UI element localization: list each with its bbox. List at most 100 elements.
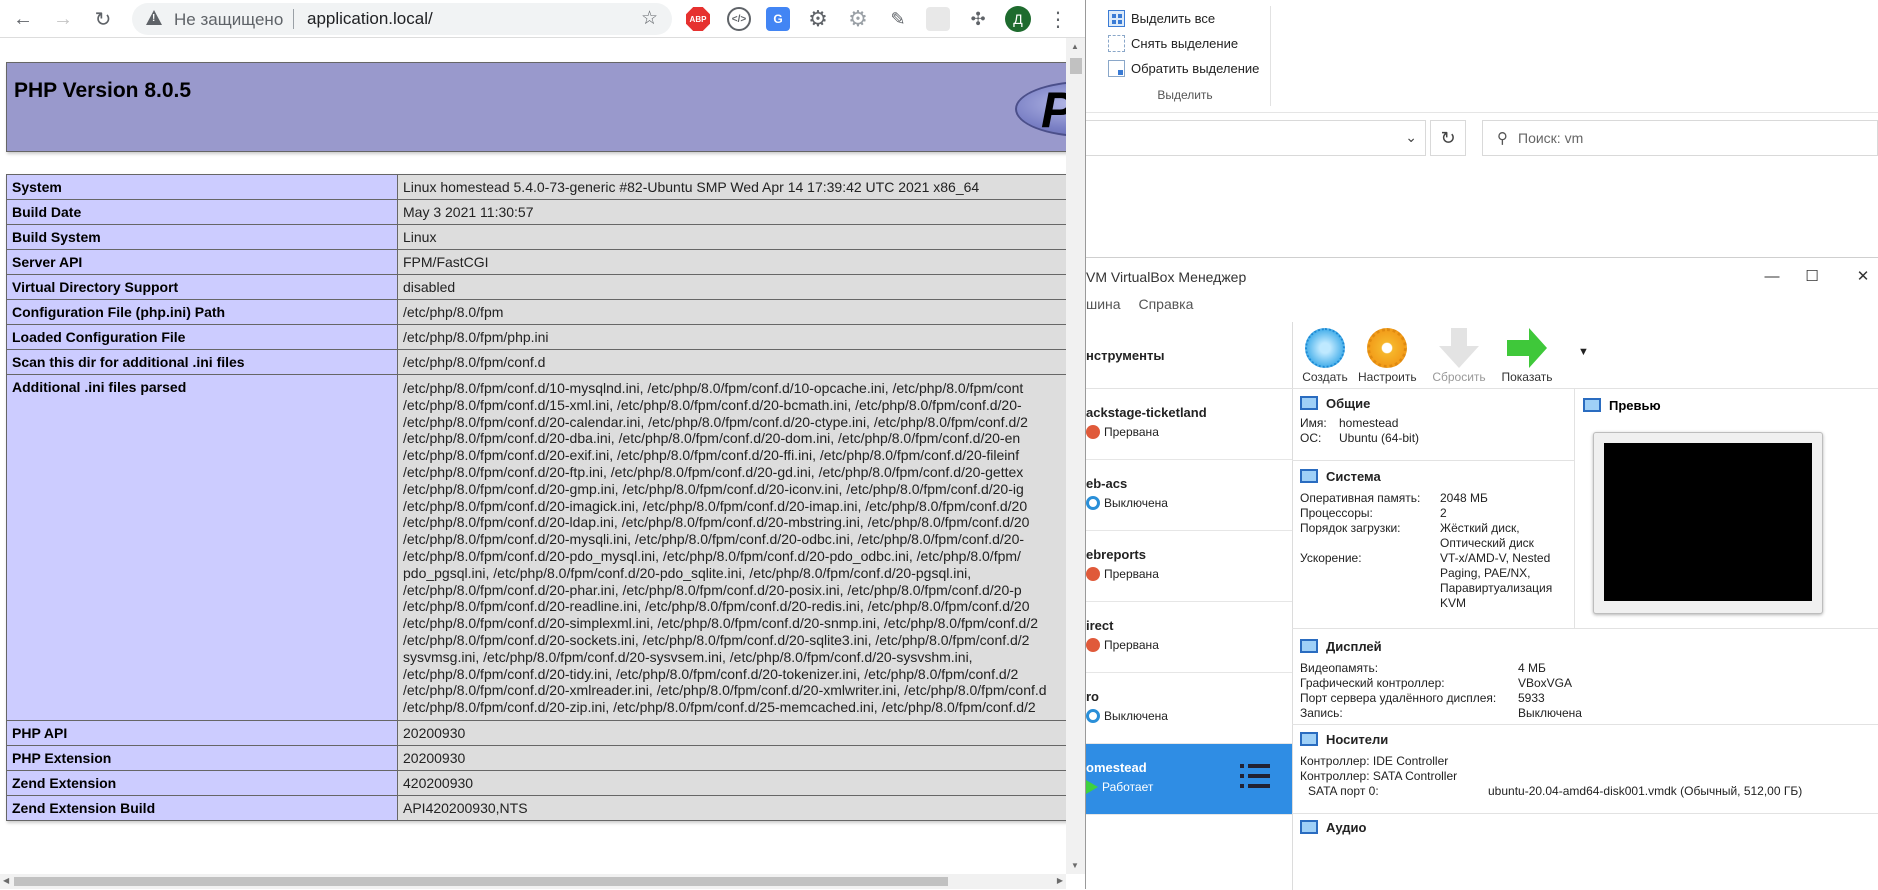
adblock-extension-icon[interactable]: ABP <box>686 7 710 31</box>
menu-help[interactable]: Справка <box>1138 296 1193 312</box>
info-key: Build Date <box>6 199 398 225</box>
display-section: Дисплей Видеопамять: 4 МБ Графический кон… <box>1300 633 1878 721</box>
bookmark-star-icon[interactable]: ☆ <box>641 7 658 30</box>
vertical-scrollbar[interactable]: ▲ ▼ <box>1066 38 1085 874</box>
info-value: /etc/php/8.0/fpm <box>397 299 1066 325</box>
forward-button[interactable]: → <box>50 6 76 32</box>
settings-button[interactable]: Настроить <box>1358 322 1417 388</box>
scrollbar-thumb[interactable] <box>1070 58 1082 74</box>
search-icon: ⚲ <box>1497 130 1508 147</box>
scroll-right-arrow-icon[interactable]: ▶ <box>1057 876 1063 885</box>
info-key: PHP Extension <box>6 744 398 771</box>
show-label: Показать <box>1501 370 1553 384</box>
ribbon-group-caption: Выделить <box>1157 88 1213 102</box>
section-title: Аудио <box>1326 819 1367 835</box>
vm-list-panel: нструменты ackstage-ticketland Прервана … <box>1086 322 1293 890</box>
info-key: Zend Extension <box>6 769 398 796</box>
info-key: Configuration File (php.ini) Path <box>6 299 398 325</box>
invert-selection-label: Обратить выделение <box>1131 61 1260 76</box>
table-row: PHP API 20200930 <box>6 719 1066 746</box>
vm-item[interactable]: ebreports Прервана <box>1086 531 1292 602</box>
chevron-down-icon[interactable]: ⌄ <box>1405 129 1417 146</box>
table-row: Additional .ini files parsed/etc/php/8.0… <box>6 374 1066 721</box>
refresh-button[interactable]: ↻ <box>1430 120 1466 156</box>
info-value: Linux <box>397 224 1066 250</box>
vm-state: Выключена <box>1104 709 1168 723</box>
section-title: Система <box>1326 468 1381 484</box>
create-icon <box>1305 328 1345 368</box>
settings-extension-icon[interactable]: ⚙ <box>846 6 870 31</box>
detail-label: Графический контроллер: <box>1300 676 1445 690</box>
refresh-icon: ↻ <box>1440 127 1456 148</box>
profile-avatar[interactable]: Д <box>1005 6 1031 32</box>
vm-details-menu-icon[interactable] <box>1240 762 1270 790</box>
warning-icon[interactable] <box>146 10 162 25</box>
invert-selection-button[interactable]: Обратить выделение <box>1100 56 1270 81</box>
discard-button[interactable]: Сбросить <box>1430 322 1488 388</box>
minimize-button[interactable]: — <box>1757 264 1787 288</box>
page-viewport: PHP Version 8.0.5 P SystemLinux homestea… <box>0 38 1066 874</box>
scrollbar-thumb[interactable] <box>14 877 948 886</box>
table-row: Loaded Configuration File/etc/php/8.0/fp… <box>6 324 1066 350</box>
translate-extension-icon[interactable]: G <box>766 7 790 31</box>
extensions-puzzle-icon[interactable]: ✣ <box>966 7 990 31</box>
vm-item-selected[interactable]: omestead Работает <box>1086 744 1292 815</box>
powered-off-icon <box>1086 709 1100 723</box>
audio-speaker-icon <box>1300 820 1318 834</box>
vm-item[interactable]: ro Выключена <box>1086 673 1292 744</box>
detail-label: ОС: <box>1300 431 1322 445</box>
detail-value: Выключена <box>1518 706 1582 720</box>
address-bar[interactable]: Не защищено application.local/ ☆ <box>132 3 672 35</box>
explorer-search-input[interactable]: ⚲ Поиск: vm <box>1482 120 1878 156</box>
table-row: Scan this dir for additional .ini files /… <box>6 349 1066 375</box>
info-value: 20200930 <box>397 744 1066 771</box>
vm-name: ackstage-ticketland <box>1086 405 1207 420</box>
eyedropper-extension-icon[interactable]: ✎ <box>886 7 910 31</box>
create-vm-button[interactable]: Создать <box>1296 322 1354 388</box>
show-dropdown-icon[interactable]: ▼ <box>1578 346 1589 358</box>
vm-item[interactable]: eb-acs Выключена <box>1086 460 1292 531</box>
vm-item[interactable]: irect Прервана <box>1086 602 1292 673</box>
vm-state: Прервана <box>1104 425 1159 439</box>
menu-machine[interactable]: шина <box>1086 296 1121 312</box>
address-bar[interactable]: ⌄ <box>1086 120 1426 156</box>
back-button[interactable]: ← <box>10 6 36 32</box>
detail-label: Процессоры: <box>1300 506 1373 520</box>
php-version-header: PHP Version 8.0.5 P <box>6 62 1066 152</box>
blank-extension-icon[interactable] <box>926 7 950 31</box>
scroll-down-arrow-icon[interactable]: ▼ <box>1071 861 1079 870</box>
tools-item[interactable]: нструменты <box>1086 322 1292 389</box>
detail-value: ubuntu-20.04-amd64-disk001.vmdk (Обычный… <box>1488 784 1803 798</box>
section-title: Общие <box>1326 395 1371 411</box>
detail-label: Порт сервера удалённого дисплея: <box>1300 691 1497 705</box>
info-value: API420200930,NTS <box>397 794 1066 821</box>
url-text[interactable]: application.local/ <box>307 9 433 29</box>
info-value: 20200930 <box>397 719 1066 746</box>
gear-extension-icon[interactable]: ⚙ <box>806 6 830 31</box>
scroll-left-arrow-icon[interactable]: ◀ <box>3 876 9 885</box>
search-placeholder: Поиск: vm <box>1518 130 1584 146</box>
table-row: Build System Linux <box>6 224 1066 250</box>
info-value: 420200930 <box>397 769 1066 796</box>
detail-value: Жёсткий диск, Оптический диск <box>1440 521 1534 550</box>
close-button[interactable]: ✕ <box>1848 264 1878 288</box>
preview-screen <box>1604 443 1812 601</box>
select-all-button[interactable]: Выделить все <box>1100 6 1270 31</box>
detail-label: Порядок загрузки: <box>1300 521 1401 535</box>
vm-item[interactable]: ackstage-ticketland Прервана <box>1086 389 1292 460</box>
detail-label: Ускорение: <box>1300 551 1362 565</box>
show-arrow-icon <box>1507 328 1547 368</box>
detail-value: 4 МБ <box>1518 661 1546 675</box>
horizontal-scrollbar[interactable]: ◀ ▶ <box>0 874 1066 889</box>
reload-button[interactable]: ↻ <box>90 6 116 32</box>
invert-selection-icon <box>1108 60 1125 77</box>
vm-name: eb-acs <box>1086 476 1128 491</box>
code-extension-icon[interactable]: </> <box>727 7 751 31</box>
info-key: Additional .ini files parsed <box>6 374 398 721</box>
security-label[interactable]: Не защищено <box>174 10 283 30</box>
scroll-up-arrow-icon[interactable]: ▲ <box>1071 42 1079 51</box>
select-none-button[interactable]: Снять выделение <box>1100 31 1270 56</box>
kebab-menu-icon[interactable]: ⋮ <box>1046 7 1070 31</box>
show-button[interactable]: Показать <box>1498 322 1556 388</box>
maximize-button[interactable]: ☐ <box>1797 264 1827 288</box>
